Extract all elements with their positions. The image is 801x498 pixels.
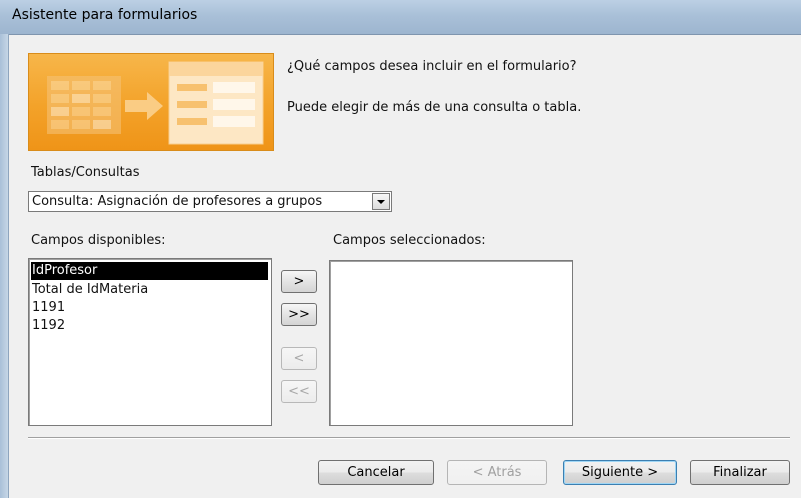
source-select[interactable]: Consulta: Asignación de profesores a gru… (28, 191, 392, 212)
wizard-hint: Puede elegir de más de una consulta o ta… (287, 100, 582, 115)
cancel-button[interactable]: Cancelar (318, 460, 434, 485)
selected-fields-list[interactable] (329, 260, 573, 426)
remove-field-button[interactable]: < (281, 347, 317, 370)
wizard-question: ¿Qué campos desea incluir en el formular… (287, 59, 577, 74)
list-item[interactable]: IdProfesor (31, 262, 268, 280)
list-item[interactable]: 1192 (31, 317, 65, 335)
list-item[interactable]: 1191 (31, 299, 65, 317)
selected-fields-label: Campos seleccionados: (333, 233, 486, 248)
available-fields-label: Campos disponibles: (31, 233, 166, 248)
source-select-value: Consulta: Asignación de profesores a gru… (32, 194, 323, 209)
title-bar[interactable]: Asistente para formularios (0, 0, 801, 35)
available-fields-list[interactable]: IdProfesor Total de IdMateria 1191 1192 (28, 258, 272, 426)
finish-button[interactable]: Finalizar (690, 460, 790, 485)
add-all-fields-button[interactable]: >> (281, 303, 317, 326)
source-label: Tablas/Consultas (31, 165, 140, 180)
back-button[interactable]: < Atrás (447, 460, 547, 485)
window-title: Asistente para formularios (12, 7, 198, 23)
remove-all-fields-button[interactable]: << (281, 380, 317, 403)
chevron-down-icon[interactable] (372, 193, 390, 210)
next-button[interactable]: Siguiente > (563, 460, 677, 485)
table-to-form-icon (47, 61, 264, 145)
window-frame (0, 34, 9, 498)
add-field-button[interactable]: > (281, 270, 317, 293)
wizard-window: Asistente para formularios ¿Qué campos d… (0, 0, 801, 498)
list-item[interactable]: Total de IdMateria (31, 281, 148, 299)
footer-divider (28, 437, 790, 439)
wizard-illustration (28, 53, 274, 151)
